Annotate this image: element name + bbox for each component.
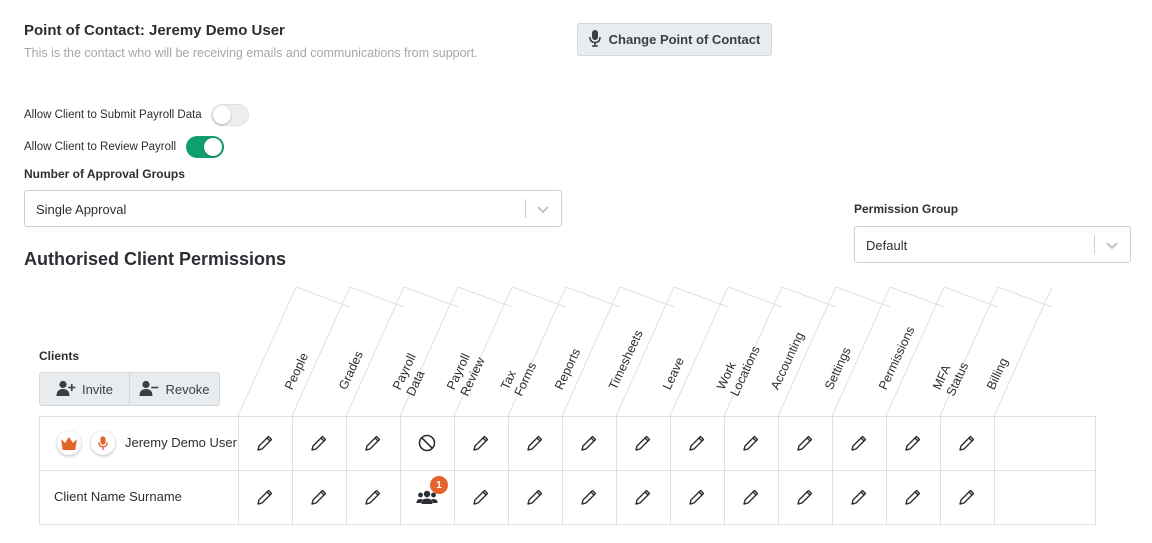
pencil-icon[interactable] bbox=[346, 416, 400, 470]
pencil-icon[interactable] bbox=[778, 470, 832, 524]
pencil-icon[interactable] bbox=[238, 470, 292, 524]
pencil-icon[interactable] bbox=[616, 470, 670, 524]
clients-label: Clients bbox=[39, 349, 80, 363]
approval-group-icon[interactable]: 1 bbox=[400, 470, 454, 524]
pencil-icon[interactable] bbox=[346, 470, 400, 524]
revoke-button[interactable]: Revoke bbox=[129, 373, 219, 405]
pencil-icon[interactable] bbox=[670, 416, 724, 470]
revoke-label: Revoke bbox=[165, 381, 210, 397]
invite-button[interactable]: Invite bbox=[40, 373, 129, 405]
client-name: Client Name Surname bbox=[54, 489, 182, 504]
pencil-icon[interactable] bbox=[940, 416, 994, 470]
user-minus-icon bbox=[139, 380, 159, 399]
microphone-icon bbox=[91, 431, 115, 455]
pencil-icon[interactable] bbox=[562, 470, 616, 524]
pencil-icon[interactable] bbox=[454, 470, 508, 524]
pencil-icon[interactable] bbox=[940, 470, 994, 524]
grid-line bbox=[1095, 416, 1096, 525]
client-actions: Invite Revoke bbox=[39, 372, 220, 406]
pencil-icon[interactable] bbox=[508, 470, 562, 524]
pencil-icon[interactable] bbox=[724, 470, 778, 524]
group-count-badge: 1 bbox=[430, 476, 448, 494]
pencil-icon[interactable] bbox=[454, 416, 508, 470]
pencil-icon[interactable] bbox=[508, 416, 562, 470]
pencil-icon[interactable] bbox=[832, 416, 886, 470]
pencil-icon[interactable] bbox=[832, 470, 886, 524]
crown-icon bbox=[57, 431, 81, 455]
pencil-icon[interactable] bbox=[724, 416, 778, 470]
pencil-icon[interactable] bbox=[670, 470, 724, 524]
pencil-icon[interactable] bbox=[616, 416, 670, 470]
client-name: Jeremy Demo User bbox=[125, 435, 237, 450]
pencil-icon[interactable] bbox=[292, 416, 346, 470]
pencil-icon[interactable] bbox=[778, 416, 832, 470]
grid-line bbox=[994, 416, 995, 525]
blocked-icon[interactable] bbox=[400, 416, 454, 470]
pencil-icon[interactable] bbox=[238, 416, 292, 470]
grid-line bbox=[39, 416, 40, 525]
user-plus-icon bbox=[56, 380, 76, 399]
invite-label: Invite bbox=[81, 381, 114, 397]
pencil-icon[interactable] bbox=[886, 416, 940, 470]
pencil-icon[interactable] bbox=[292, 470, 346, 524]
pencil-icon[interactable] bbox=[886, 470, 940, 524]
pencil-icon[interactable] bbox=[562, 416, 616, 470]
grid-line bbox=[39, 524, 1095, 525]
